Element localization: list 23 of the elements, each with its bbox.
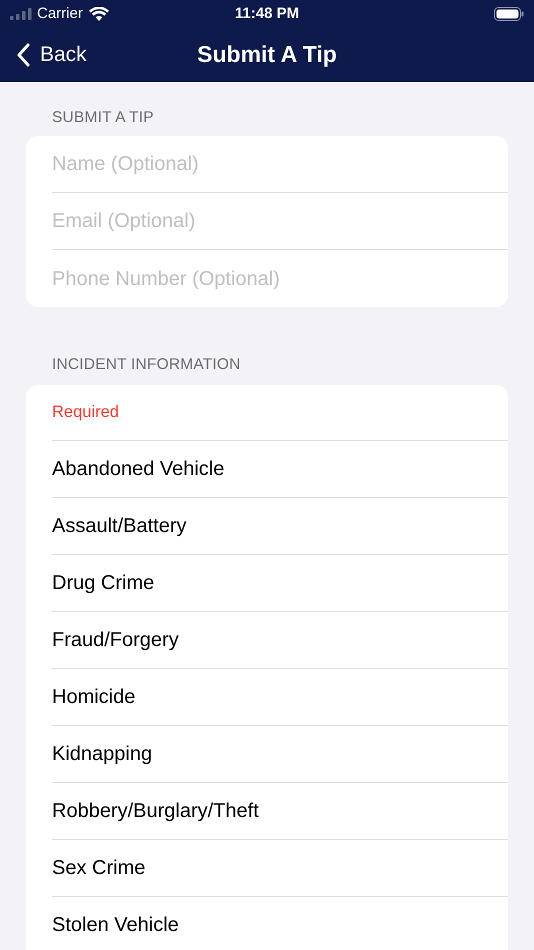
incident-type-option[interactable]: Assault/Battery <box>52 510 187 540</box>
input-field[interactable]: Phone Number (Optional) <box>52 264 508 294</box>
incident-type-option[interactable]: Stolen Vehicle <box>52 910 179 940</box>
section-header: INCIDENT INFORMATION <box>51 355 242 376</box>
back-button[interactable]: Back <box>0 39 87 71</box>
incident-type-option[interactable]: Abandoned Vehicle <box>52 454 224 484</box>
incident-type-option[interactable]: Homicide <box>52 682 136 712</box>
input-field[interactable]: Name (Optional) <box>52 149 508 180</box>
incident-type-option[interactable]: Kidnapping <box>52 738 152 768</box>
status-time: 11:48 PM <box>234 4 300 24</box>
signal-icon <box>10 8 32 20</box>
input-field[interactable]: Email (Optional) <box>52 206 508 236</box>
incident-type-option[interactable]: Fraud/Forgery <box>52 624 179 654</box>
incident-type-option[interactable]: Drug Crime <box>52 568 154 598</box>
battery-icon <box>494 7 524 21</box>
carrier-name: Carrier <box>37 4 83 24</box>
wifi-icon <box>88 7 109 21</box>
incident-type-option[interactable]: Robbery/Burglary/Theft <box>52 796 259 826</box>
screen-title: Submit A Tip <box>197 41 337 69</box>
incident-type-option[interactable]: Sex Crime <box>52 852 146 882</box>
section-header: SUBMIT A TIP <box>51 108 155 128</box>
back-chevron-icon <box>16 43 30 67</box>
required-note: Required <box>52 402 119 423</box>
